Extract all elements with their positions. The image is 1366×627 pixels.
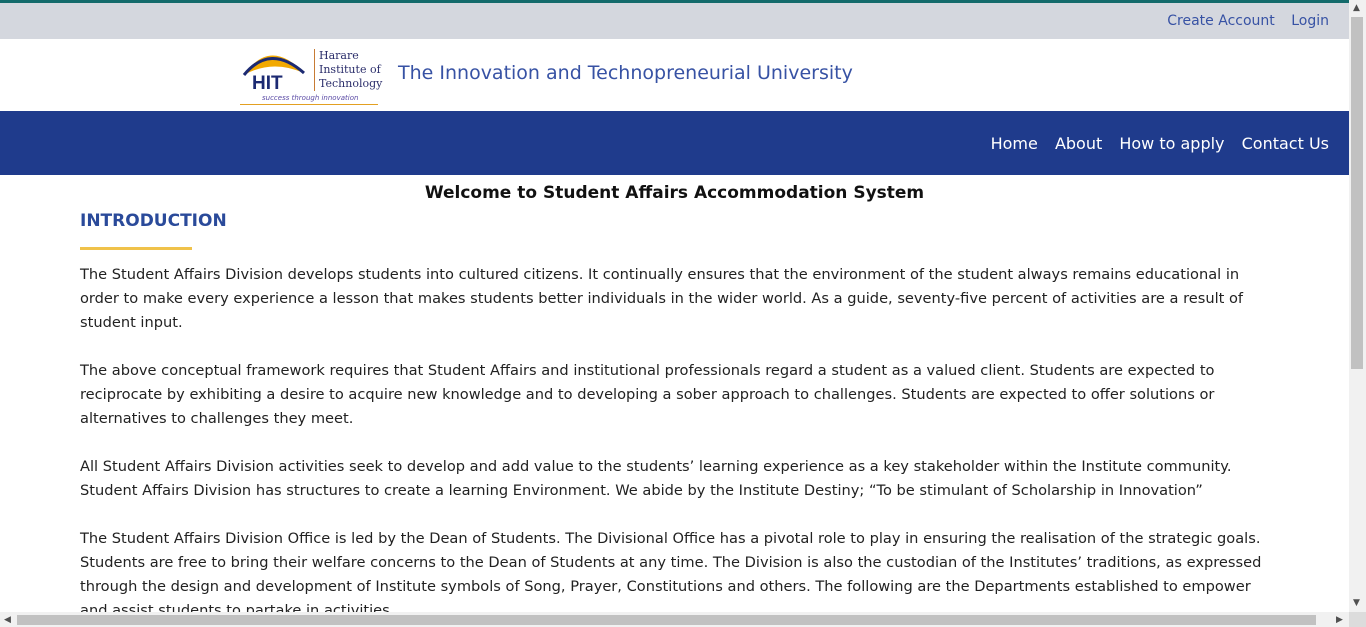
scroll-right-arrow-icon[interactable]: ▶ [1336, 615, 1343, 625]
brand-header: HIT Harare Institute of Technology succe… [0, 39, 1349, 111]
logo-name-line: Institute of [319, 63, 381, 76]
university-tagline: The Innovation and Technopreneurial Univ… [398, 62, 853, 84]
logo-name-line: Harare [319, 49, 359, 62]
intro-content: The Student Affairs Division develops st… [80, 263, 1270, 612]
welcome-title: Welcome to Student Affairs Accommodation… [424, 183, 925, 203]
login-link[interactable]: Login [1291, 13, 1329, 29]
page: Create Account Login HIT Harare Institut… [0, 0, 1349, 612]
main-navbar: Home About How to apply Contact Us [0, 111, 1349, 175]
nav-home[interactable]: Home [991, 134, 1038, 153]
logo-name: Harare Institute of Technology [314, 49, 382, 91]
scroll-down-arrow-icon[interactable]: ▼ [1353, 598, 1360, 608]
vertical-scroll-thumb[interactable] [1351, 17, 1363, 369]
nav-links: Home About How to apply Contact Us [979, 134, 1329, 153]
logo-slogan: success through innovation [262, 94, 359, 102]
paragraph: All Student Affairs Division activities … [80, 458, 1232, 499]
hit-logo[interactable]: HIT Harare Institute of Technology succe… [238, 45, 382, 105]
section-heading: INTRODUCTION [80, 211, 227, 231]
nav-about[interactable]: About [1055, 134, 1102, 153]
nav-contact-us[interactable]: Contact Us [1242, 134, 1329, 153]
account-links: Create Account Login [1155, 13, 1329, 29]
scrollbar-corner [1349, 612, 1366, 627]
logo-underline [240, 104, 378, 105]
vertical-scrollbar[interactable]: ▲ ▼ [1349, 0, 1366, 612]
horizontal-scrollbar[interactable]: ◀ ▶ [0, 612, 1349, 627]
nav-how-to-apply[interactable]: How to apply [1119, 134, 1224, 153]
paragraph: The above conceptual framework requires … [80, 362, 1215, 427]
scroll-up-arrow-icon[interactable]: ▲ [1353, 3, 1360, 13]
scroll-left-arrow-icon[interactable]: ◀ [4, 615, 11, 625]
horizontal-scroll-thumb[interactable] [17, 615, 1316, 625]
paragraph: The Student Affairs Division develops st… [80, 266, 1244, 331]
logo-abbrev: HIT [252, 73, 283, 94]
paragraph: The Student Affairs Division Office is l… [80, 530, 1262, 612]
logo-name-line: Technology [319, 77, 383, 90]
top-bar: Create Account Login [0, 0, 1349, 39]
create-account-link[interactable]: Create Account [1167, 13, 1275, 29]
section-heading-underline [80, 247, 192, 250]
